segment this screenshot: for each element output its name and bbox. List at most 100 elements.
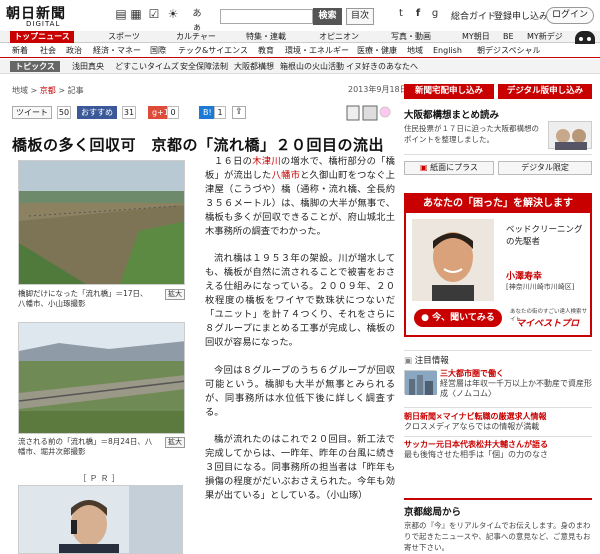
- topic-item[interactable]: 箱根山の火山活動: [280, 61, 344, 72]
- photo-caption-2: 流される前の「流れ橋」＝8月24日、八幡市、堀井次郎撮影: [18, 437, 153, 456]
- newspaper-illustration: [345, 103, 395, 121]
- nav-opinion[interactable]: オピニオン: [319, 31, 359, 43]
- index-button[interactable]: 目次: [346, 8, 374, 25]
- gplus-icon[interactable]: g: [428, 7, 442, 21]
- nav-culture[interactable]: カルチャー: [176, 31, 216, 43]
- digital-limited-button[interactable]: デジタル限定: [498, 161, 592, 175]
- register-link[interactable]: 登録申し込み: [494, 9, 548, 22]
- focus-item-3[interactable]: サッカー元日本代表松井大輔さんが語る 最も後悔させた相手は「個」の力のなさ: [404, 440, 592, 460]
- ad-cta-button[interactable]: ● 今、聞いてみる: [414, 309, 502, 327]
- pr-label: ［ＰＲ］: [78, 474, 123, 483]
- topic-item[interactable]: 大阪都構想: [234, 61, 274, 72]
- nav2-special[interactable]: 朝デジスペシャル: [477, 45, 540, 57]
- like-button[interactable]: おすすめ: [77, 106, 117, 119]
- login-button[interactable]: ログイン: [546, 7, 594, 24]
- ad-box[interactable]: あなたの「困った」を解決します ベッドクリーニング の先駆者 小澤寿幸 [神奈川…: [404, 193, 592, 337]
- tweet-button[interactable]: ツイート: [12, 106, 52, 119]
- nav-my-asahi[interactable]: MY朝日: [462, 31, 490, 43]
- bureau-text: 京都の『今』をリアルタイムでお伝えします。身のまわりで起きたニュースや、記事への…: [404, 521, 591, 552]
- photo-flood-bridge[interactable]: [18, 160, 185, 285]
- hatena-count: 1: [214, 106, 226, 119]
- nav2-society[interactable]: 社会: [40, 45, 56, 57]
- paragraph-4: 橋が流れたのはこれで２０回目。新工法で完成してからは、一昨年、昨年の台風に続き３…: [205, 434, 395, 502]
- paragraph-3: 今回は８グループのうち６グループが回収可能という。橋脚も大半が無事とみられるが、…: [205, 364, 395, 418]
- nav2-tech[interactable]: テック&サイエンス: [178, 45, 248, 57]
- nav2-politics[interactable]: 政治: [66, 45, 82, 57]
- enlarge-button-2[interactable]: 拡大: [165, 437, 185, 448]
- topics-label: トピックス: [10, 61, 60, 72]
- nav2-region[interactable]: 地域: [407, 45, 423, 57]
- article-body: １６日の木津川の増水で、橋桁部分の「橋板」が流出した八幡市と久御山町をつなぐ上津…: [205, 155, 395, 517]
- site-logo[interactable]: 朝日新聞 DIGITAL: [6, 3, 76, 29]
- photo-caption-1: 橋脚だけになった「流れ橋」＝17日、八幡市、小山琢撮影: [18, 289, 148, 308]
- focus-item-2[interactable]: 朝日新聞×マイナビ転職の厳選求人情報 クロスメディアならではの情報が満載: [404, 412, 592, 432]
- breadcrumb-region[interactable]: 地域: [12, 86, 28, 95]
- nav2-new[interactable]: 新着: [12, 45, 28, 57]
- kizugawa-link[interactable]: 木津川: [252, 156, 281, 167]
- ad-line1: ベッドクリーニング: [506, 225, 583, 235]
- enlarge-button-1[interactable]: 拡大: [165, 289, 185, 300]
- paper-plus-button[interactable]: ▣ 紙面にプラス: [404, 161, 494, 175]
- nav2-economy[interactable]: 経済・マネー: [93, 45, 141, 57]
- osaka-text[interactable]: 住民投票が１７日に迫った大阪都構想のポイントを整理しました。: [404, 123, 544, 145]
- nav2-education[interactable]: 教育: [258, 45, 274, 57]
- article-title: 橋板の多く回収可 京都の「流れ橋」２０回目の流出: [12, 136, 385, 154]
- nav-sports[interactable]: スポーツ: [108, 31, 140, 43]
- nav-photo[interactable]: 写真・動画: [391, 31, 431, 43]
- check-icon[interactable]: ☑: [147, 7, 161, 21]
- guide-link[interactable]: 総合ガイド: [451, 9, 496, 22]
- twitter-icon[interactable]: t: [394, 7, 408, 21]
- topic-item[interactable]: イヌ好きのあなたへ: [346, 61, 418, 72]
- article-date: 2013年9月18日: [348, 85, 408, 94]
- nav2-health[interactable]: 医療・健康: [357, 45, 397, 57]
- newspaper-apply-button[interactable]: 新聞宅配申し込み: [404, 84, 494, 99]
- main-nav: トップニュース スポーツ カルチャー 特集・連載 オピニオン 写真・動画 MY朝…: [0, 31, 600, 55]
- ad-region: [神奈川川崎市川崎区]: [506, 283, 575, 291]
- focus-item-1[interactable]: 三大都市圏で働く 経営層は年収一千万以上か不動産で資産形成〈ノムコム〉: [440, 369, 592, 399]
- ad-name: 小澤寿幸: [506, 272, 543, 282]
- search-input[interactable]: [220, 9, 313, 24]
- topic-item[interactable]: 安全保障法制: [180, 61, 228, 72]
- font-size-icon[interactable]: あぁ: [190, 7, 204, 33]
- search-button[interactable]: 検索: [313, 8, 342, 25]
- breadcrumb: 地域 > 京都 > 記事: [12, 86, 84, 95]
- breadcrumb-kyoto[interactable]: 京都: [40, 86, 56, 95]
- breadcrumb-article: 記事: [67, 86, 84, 95]
- site-header: 朝日新聞 DIGITAL ▤ ▦ ☑ ☀ あぁ 検索 目次 t f g 総合ガイ…: [0, 0, 600, 33]
- pointer-icon: ●: [421, 313, 433, 323]
- share-icon[interactable]: ⇪: [232, 106, 246, 119]
- nav-top-news[interactable]: トップニュース: [10, 31, 74, 43]
- weather-icon[interactable]: ☀: [166, 7, 180, 21]
- osaka-title[interactable]: 大阪都構想まとめ読み: [404, 107, 499, 121]
- focus-thumbnail[interactable]: [404, 370, 437, 395]
- nav-my-shindeji[interactable]: MY新デジ: [527, 31, 563, 43]
- ad-title: あなたの「困った」を解決します: [406, 195, 590, 213]
- nav-features[interactable]: 特集・連載: [246, 31, 286, 43]
- topic-item[interactable]: 浅田真央: [72, 61, 104, 72]
- osaka-thumbnail[interactable]: [548, 121, 592, 150]
- ad-line2: の先駆者: [506, 237, 541, 247]
- tweet-count: 50: [57, 106, 71, 119]
- ad-brand: マイベストプロ: [516, 319, 580, 329]
- facebook-icon[interactable]: f: [411, 7, 425, 21]
- like-count: 31: [122, 106, 136, 119]
- photo-bridge-before[interactable]: [18, 322, 185, 434]
- nav2-english[interactable]: English: [433, 45, 462, 57]
- ad-portrait: [412, 219, 494, 301]
- bureau-title: 京都総局から: [404, 507, 462, 518]
- yawata-link[interactable]: 八幡市: [272, 170, 301, 181]
- topic-item[interactable]: どすこいタイムズ: [115, 61, 179, 72]
- divider: [404, 498, 592, 500]
- news-icon: ▣: [404, 356, 415, 366]
- paragraph-1: １６日の木津川の増水で、橋桁部分の「橋板」が流出した八幡市と久御山町をつなぐ上津…: [205, 156, 395, 237]
- nav2-international[interactable]: 国際: [150, 45, 166, 57]
- nav2-environment[interactable]: 環境・エネルギー: [285, 45, 349, 57]
- pr-ad-image[interactable]: [18, 485, 183, 554]
- calendar-icon[interactable]: ▦: [129, 7, 143, 21]
- paragraph-2: 流れ橋は１９５３年の架設。川が増水しても、橋板が自然に流されることで被害をおさえ…: [205, 253, 395, 348]
- topics-bar: トピックス 浅田真央 どすこいタイムズ 安全保障法制 大阪都構想 箱根山の火山活…: [0, 59, 600, 74]
- nav-be[interactable]: BE: [503, 31, 514, 43]
- focus-header: ▣ 注目情報: [404, 356, 449, 366]
- digital-apply-button[interactable]: デジタル版申し込み: [498, 84, 592, 99]
- paper-icon[interactable]: ▤: [114, 7, 128, 21]
